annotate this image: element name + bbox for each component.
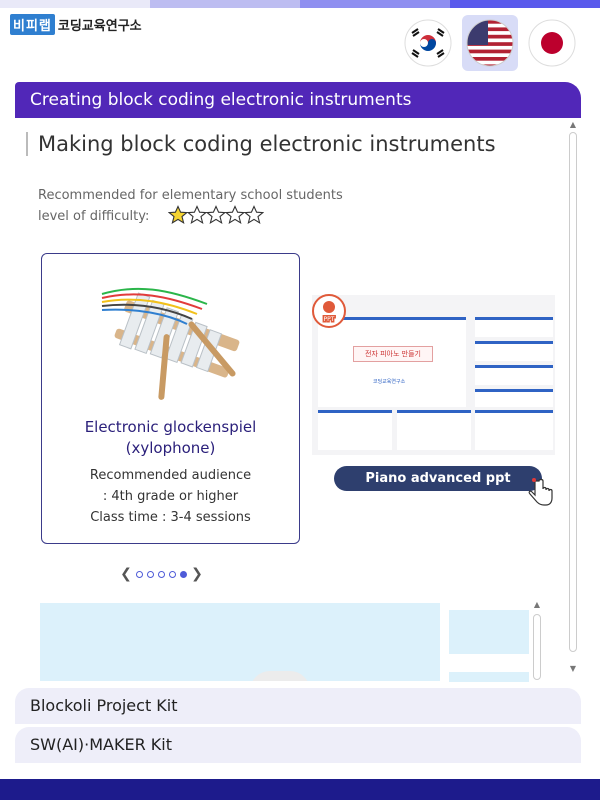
footer-bar xyxy=(0,779,600,800)
difficulty-stars xyxy=(168,205,264,225)
ppt-main-slide: 전자 피아노 만들기 코딩교육연구소 xyxy=(318,317,466,407)
hand-cursor-icon xyxy=(528,478,553,506)
scroll-track[interactable] xyxy=(533,614,541,680)
ppt-slide-title: 전자 피아노 만들기 xyxy=(353,346,433,362)
accordion-maker-kit[interactable]: SW(AI)·MAKER Kit xyxy=(15,727,581,763)
card-title[interactable]: Electronic glockenspiel (xylophone) xyxy=(42,417,299,459)
prev-arrow-icon[interactable]: ❮ xyxy=(120,566,132,582)
star-empty-icon xyxy=(225,205,245,224)
ppt-thumb-5 xyxy=(318,410,392,450)
japan-flag-button[interactable] xyxy=(524,15,580,71)
logo-box: 비피랩 xyxy=(10,14,55,35)
ppt-thumb-1 xyxy=(475,317,553,337)
recommended-text: Recommended for elementary school studen… xyxy=(38,188,343,203)
pager-dot[interactable] xyxy=(180,570,187,578)
ppt-slide-brand: 코딩교육연구소 xyxy=(373,379,406,385)
korean-flag-icon xyxy=(404,19,452,67)
audience-value: : 4th grade or higher xyxy=(102,489,239,504)
ppt-thumb-7 xyxy=(475,410,553,450)
lower-thumbnail[interactable] xyxy=(449,672,529,682)
card-title-line1: Electronic glockenspiel xyxy=(84,418,257,436)
lower-thumbnail[interactable] xyxy=(449,610,529,654)
brand-logo[interactable]: 비피랩 코딩교육연구소 xyxy=(10,14,142,35)
top-strip xyxy=(0,0,600,8)
xylophone-image xyxy=(101,287,240,400)
ppt-thumb-3 xyxy=(475,365,553,385)
scroll-track[interactable] xyxy=(569,132,577,652)
product-card[interactable]: Electronic glockenspiel (xylophone) Reco… xyxy=(41,253,300,544)
scroll-up-icon[interactable]: ▲ xyxy=(530,600,544,609)
star-empty-icon xyxy=(244,205,264,224)
accordion-blockoli-kit[interactable]: Blockoli Project Kit xyxy=(15,688,581,724)
ppt-thumb-2 xyxy=(475,341,553,361)
class-time: Class time : 3-4 sessions xyxy=(90,510,251,525)
pager-dots xyxy=(136,570,187,578)
ppt-badge-label: PPT xyxy=(324,316,335,323)
ppt-preview[interactable]: 전자 피아노 만들기 코딩교육연구소 xyxy=(312,295,555,455)
ppt-thumb-4 xyxy=(475,389,553,407)
pager-dot[interactable] xyxy=(136,570,143,578)
section-header[interactable]: Creating block coding electronic instrum… xyxy=(15,82,581,118)
preview-shape xyxy=(250,671,310,681)
scroll-down-icon[interactable]: ▼ xyxy=(566,664,580,673)
logo-text: 코딩교육연구소 xyxy=(57,19,142,34)
pager-dot[interactable] xyxy=(169,570,176,578)
star-filled-icon xyxy=(168,205,188,224)
korean-flag-button[interactable] xyxy=(400,15,456,71)
star-empty-icon xyxy=(206,205,226,224)
card-info: Recommended audience : 4th grade or high… xyxy=(42,465,299,528)
usa-flag-button[interactable] xyxy=(462,15,518,71)
card-title-line2: (xylophone) xyxy=(125,439,216,457)
ppt-thumb-6 xyxy=(397,410,471,450)
scroll-up-icon[interactable]: ▲ xyxy=(566,120,580,129)
japan-flag-icon xyxy=(528,19,576,67)
carousel-pager: ❮ ❯ xyxy=(120,566,203,582)
audience-label: Recommended audience xyxy=(89,468,252,483)
preview-scrollbar[interactable]: ▲ xyxy=(530,600,544,680)
content-scrollbar[interactable]: ▲ ▼ xyxy=(566,120,580,680)
star-empty-icon xyxy=(187,205,207,224)
ppt-download-button[interactable]: Piano advanced ppt download xyxy=(334,466,542,511)
language-selector xyxy=(400,15,580,71)
page-title: Making block coding electronic instrumen… xyxy=(26,132,496,156)
pager-dot[interactable] xyxy=(147,570,154,578)
next-arrow-icon[interactable]: ❯ xyxy=(191,566,203,582)
lower-preview-image[interactable] xyxy=(40,603,440,681)
usa-flag-icon xyxy=(466,19,514,67)
pager-dot[interactable] xyxy=(158,570,165,578)
ppt-badge: PPT xyxy=(312,294,346,328)
